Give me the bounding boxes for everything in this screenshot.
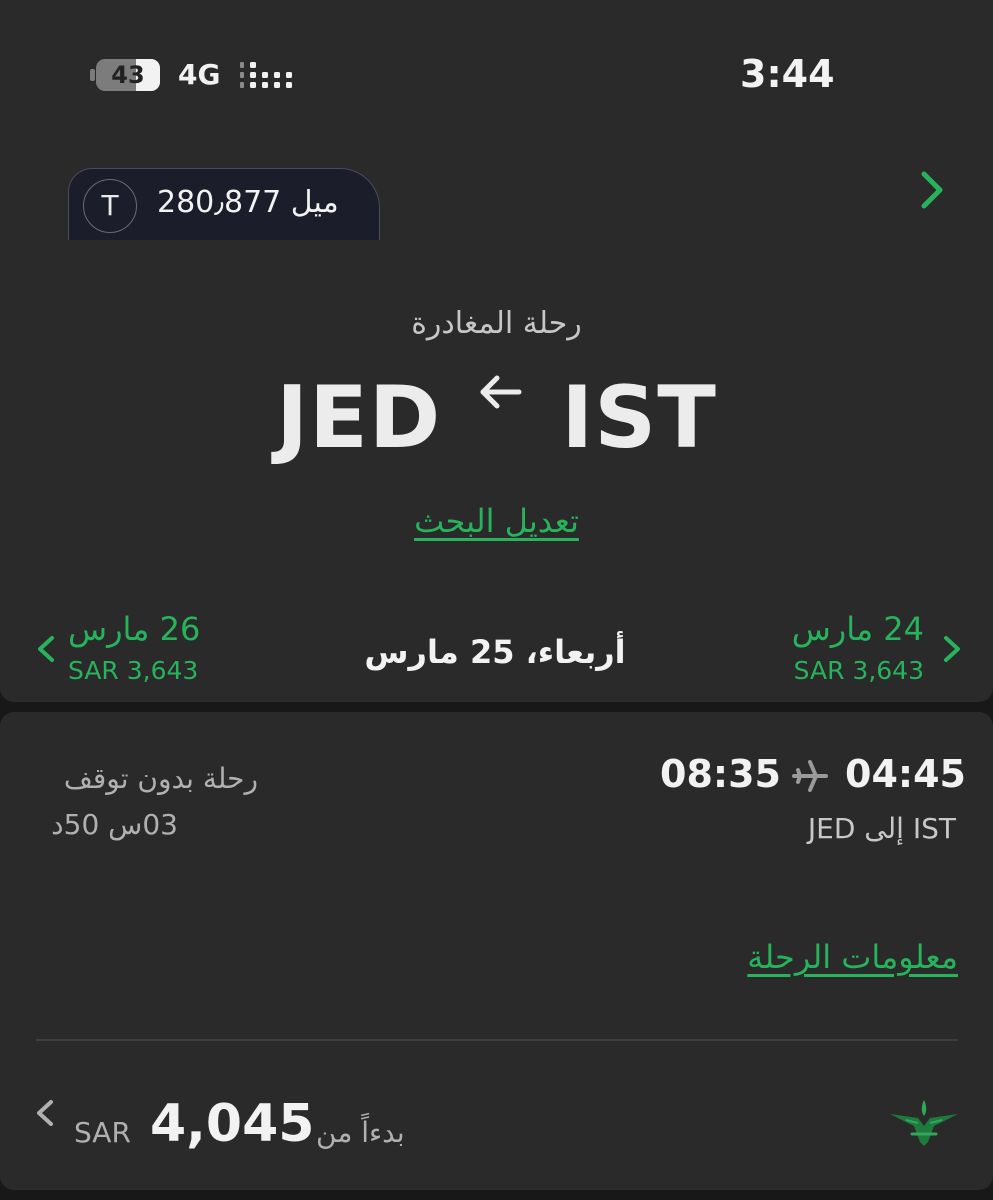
miles-badge[interactable]: T ميل 280٫877 [68,168,380,240]
network-type: 4G [178,58,221,91]
avatar: T [83,179,137,233]
flight-route: IST إلى JED [807,812,956,845]
search-summary-card: T ميل 280٫877 رحلة المغادرة JED IST تعدي… [0,130,993,702]
arrival-time: 08:35 [660,752,781,796]
stops-info: رحلة بدون توقف [63,762,258,795]
trip-title: رحلة المغادرة [411,306,582,341]
date-option-next-day[interactable]: 26 مارس SAR 3,643 [30,608,260,688]
status-time: 3:44 [740,52,835,96]
origin-code: IST [561,367,717,468]
price-currency: SAR [74,1116,131,1149]
date-option-previous-day[interactable]: 24 مارس SAR 3,643 [740,608,970,688]
flight-info-link[interactable]: معلومات الرحلة [690,938,958,976]
date-option-price: SAR 3,643 [68,656,199,685]
bottom-strip [0,1190,993,1200]
selected-date: أربعاء، 25 مارس [364,633,626,671]
destination-code: JED [276,367,442,468]
chevron-left-icon[interactable] [34,1098,56,1128]
battery-nub [90,69,95,81]
arrow-left-icon [480,375,522,409]
chevron-right-icon [944,636,960,662]
miles-balance: ميل 280٫877 [157,185,339,220]
status-bar: 43 4G 3:44 [0,0,993,130]
battery-icon: 43 [96,59,160,91]
departure-time: 04:45 [845,752,966,796]
modify-search-link[interactable]: تعديل البحث [0,502,993,540]
battery-level: 43 [111,61,145,89]
flight-result-card[interactable]: 04:45 08:35 IST إلى JED رحلة بدون توقف 0… [0,712,993,1190]
flight-duration: 03س 50د [51,808,178,841]
chevron-left-icon [38,636,54,662]
divider [36,1039,958,1041]
signal-icon [240,62,292,88]
airplane-icon [792,760,828,792]
route-header: JED IST [0,362,993,468]
date-option-price: SAR 3,643 [793,656,924,685]
saudia-logo-icon [890,1100,958,1146]
date-option-label: 24 مارس [791,610,924,648]
date-option-label: 26 مارس [68,610,201,648]
price-prefix: بدءاً من [316,1116,405,1149]
price-amount: 4,045 [150,1094,315,1154]
chevron-right-icon[interactable] [908,166,956,214]
